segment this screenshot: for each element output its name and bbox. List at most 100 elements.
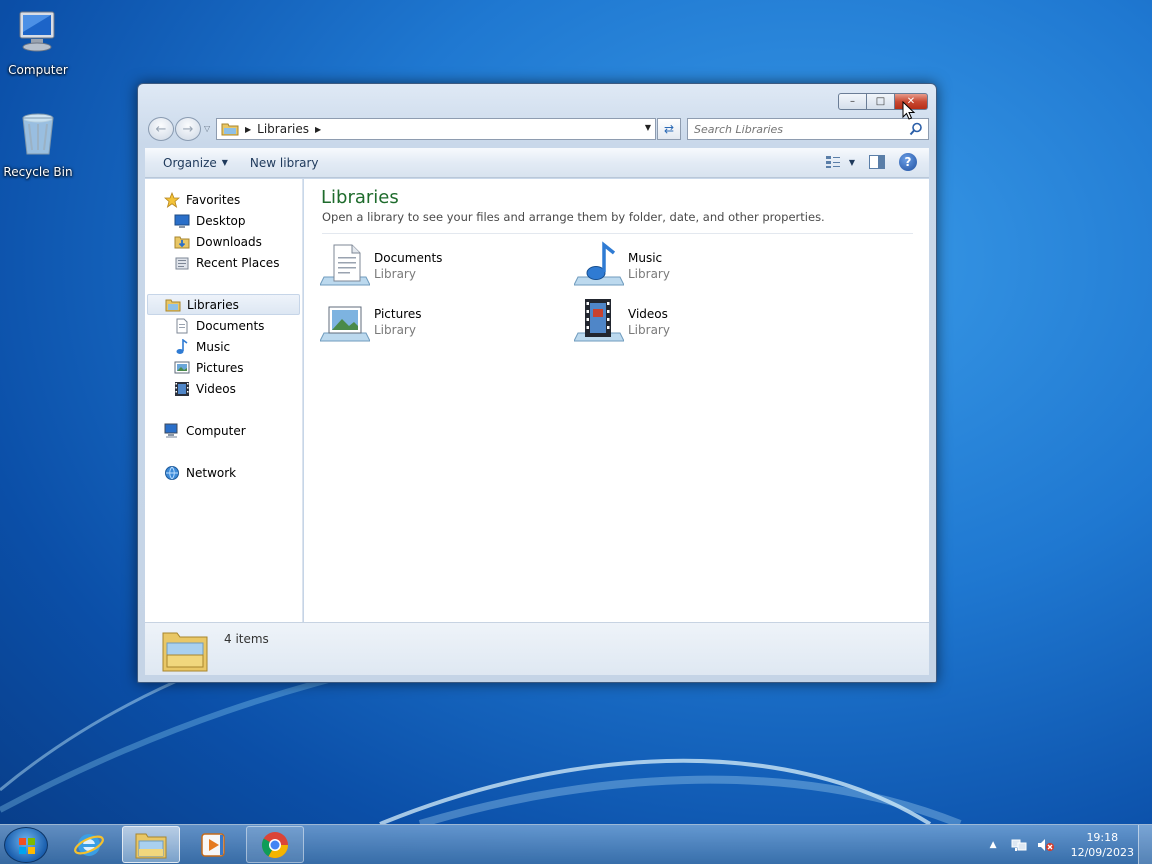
new-library-button[interactable]: New library: [240, 156, 329, 170]
pictures-icon: [174, 361, 190, 373]
forward-button[interactable]: →: [175, 117, 201, 141]
view-options-icon: [825, 156, 840, 168]
nav-item-recent-places[interactable]: Recent Places: [145, 252, 302, 273]
network-status-icon[interactable]: [1011, 837, 1027, 853]
nav-item-computer[interactable]: Computer: [145, 420, 302, 441]
desktop-icon-recycle-bin[interactable]: Recycle Bin: [0, 110, 76, 179]
search-icon: [909, 122, 922, 136]
nav-item-pictures[interactable]: Pictures: [145, 357, 302, 378]
show-hidden-icons-button[interactable]: ▲: [990, 840, 997, 850]
nav-item-videos[interactable]: Videos: [145, 378, 302, 399]
library-item-name: Pictures: [374, 307, 422, 321]
refresh-icon: ⇄: [663, 122, 675, 136]
taskbar-internet-explorer[interactable]: [60, 826, 118, 863]
nav-item-label: Favorites: [186, 192, 241, 207]
videos-icon: [175, 381, 189, 396]
library-item-name: Music: [628, 251, 663, 265]
page-title: Libraries: [321, 187, 399, 208]
nav-item-favorites[interactable]: Favorites: [145, 189, 302, 210]
nav-item-label: Recent Places: [196, 255, 280, 270]
clock[interactable]: 19:18 12/09/2023: [1071, 830, 1134, 860]
start-button[interactable]: [4, 827, 48, 863]
nav-item-libraries[interactable]: Libraries: [147, 294, 300, 315]
content-pane: Libraries Open a library to see your fil…: [304, 179, 929, 622]
address-bar[interactable]: ▶ Libraries ▶ ▼: [216, 118, 656, 140]
maximize-icon: □: [875, 96, 886, 107]
taskbar-chrome[interactable]: [246, 826, 304, 863]
desktop-icon-label: Recycle Bin: [3, 165, 73, 179]
nav-item-network[interactable]: Network: [145, 462, 302, 483]
help-icon[interactable]: ?: [899, 153, 917, 171]
library-item-name: Documents: [374, 251, 443, 265]
nav-item-label: Desktop: [196, 213, 246, 228]
clock-date: 12/09/2023: [1070, 846, 1134, 859]
documents-library-icon: [320, 244, 370, 286]
desktop-icon-computer[interactable]: Computer: [0, 8, 76, 77]
search-input[interactable]: [694, 119, 904, 139]
volume-muted-icon[interactable]: [1037, 837, 1055, 853]
forward-arrow-icon: →: [182, 121, 194, 137]
library-item-documents[interactable]: Documents Library: [320, 241, 560, 291]
back-button[interactable]: ←: [148, 117, 174, 141]
library-item-kind: Library: [628, 323, 670, 337]
page-subtitle: Open a library to see your files and arr…: [322, 210, 825, 224]
nav-item-desktop[interactable]: Desktop: [145, 210, 302, 231]
command-bar: Organize ▼ New library ▼ ?: [145, 148, 929, 178]
explorer-window[interactable]: – □ ✕ ← → ▽ ▶ Libraries ▶ ▼ ⇄ Organ: [137, 83, 937, 683]
chevron-down-icon: ▼: [221, 158, 228, 167]
star-icon: [164, 191, 180, 208]
nav-item-downloads[interactable]: Downloads: [145, 231, 302, 252]
libraries-folder-icon: [221, 123, 239, 136]
nav-item-label: Computer: [186, 423, 246, 438]
mouse-cursor-icon: [902, 101, 916, 120]
internet-explorer-icon: [74, 833, 104, 856]
nav-item-label: Network: [186, 465, 237, 480]
library-item-videos[interactable]: Videos Library: [574, 297, 814, 347]
taskbar-media-player[interactable]: [184, 826, 242, 863]
library-item-pictures[interactable]: Pictures Library: [320, 297, 560, 347]
minimize-button[interactable]: –: [838, 93, 867, 110]
nav-item-label: Libraries: [187, 297, 239, 312]
library-item-kind: Library: [374, 323, 416, 337]
breadcrumb-separator-icon[interactable]: ▶: [245, 125, 251, 134]
computer-icon: [164, 423, 178, 438]
item-count: 4 items: [224, 632, 269, 646]
recent-places-icon: [175, 257, 189, 269]
show-desktop-button[interactable]: [1138, 825, 1152, 864]
change-view-button[interactable]: ▼: [825, 155, 855, 169]
search-box[interactable]: [687, 118, 929, 140]
recycle-bin-icon: [22, 113, 54, 155]
address-dropdown-icon[interactable]: ▼: [645, 123, 651, 132]
library-item-music[interactable]: Music Library: [574, 241, 814, 291]
clock-time: 19:18: [1086, 831, 1119, 844]
nav-item-label: Downloads: [196, 234, 262, 249]
nav-item-label: Documents: [196, 318, 265, 333]
recent-pages-dropdown[interactable]: ▽: [204, 124, 210, 133]
pictures-library-icon: [320, 306, 370, 342]
windows-explorer-icon: [135, 833, 167, 858]
organize-button[interactable]: Organize ▼: [153, 156, 238, 170]
libraries-folder-icon: [162, 632, 208, 672]
divider: [322, 233, 913, 234]
nav-item-music[interactable]: Music: [145, 336, 302, 357]
maximize-button[interactable]: □: [867, 93, 895, 110]
music-note-icon: [176, 338, 188, 354]
libraries-icon: [165, 299, 181, 311]
chevron-down-icon[interactable]: ▼: [849, 158, 855, 167]
new-library-label: New library: [249, 155, 319, 170]
windows-logo-icon: [19, 838, 35, 854]
details-pane: 4 items: [145, 622, 929, 675]
music-library-icon: [574, 241, 624, 286]
breadcrumb-libraries[interactable]: Libraries: [257, 122, 309, 136]
preview-pane-icon[interactable]: [869, 155, 885, 169]
navigation-pane: Favorites Desktop Downloads Recent Place…: [145, 179, 303, 622]
nav-item-documents[interactable]: Documents: [145, 315, 302, 336]
taskbar-windows-explorer[interactable]: [122, 826, 180, 863]
computer-icon: [19, 11, 55, 52]
back-arrow-icon: ←: [155, 121, 167, 137]
refresh-button[interactable]: ⇄: [657, 118, 681, 140]
breadcrumb-separator-icon[interactable]: ▶: [315, 125, 321, 134]
desktop-icon: [174, 214, 190, 228]
system-tray: ▲ 19:18 12/09/2023: [990, 825, 1134, 864]
downloads-folder-icon: [174, 236, 190, 248]
